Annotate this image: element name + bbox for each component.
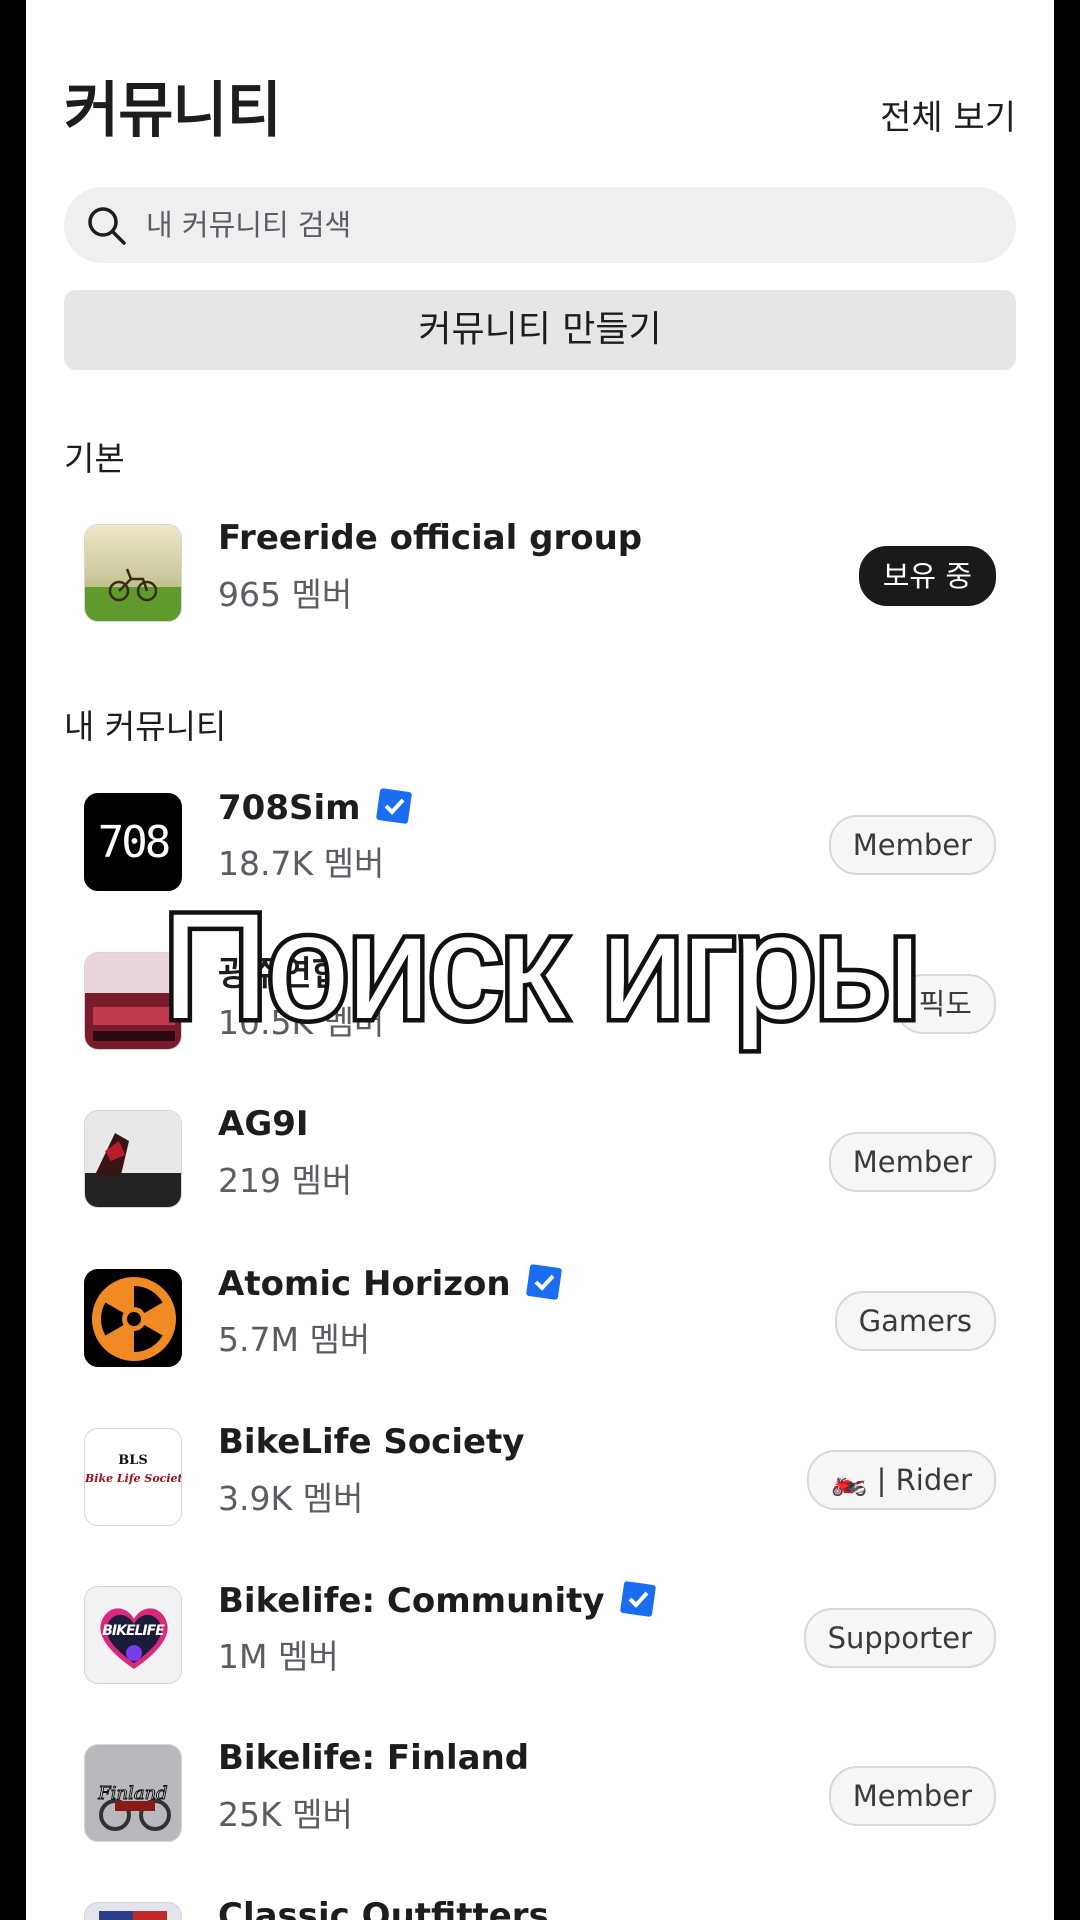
- role-badge: Member: [828, 815, 996, 875]
- community-thumbnail: BIKELIFE: [84, 1586, 182, 1684]
- community-row-freeride[interactable]: Freeride official group 965 멤버 보유 중: [84, 518, 996, 628]
- role-badge: Gamers: [834, 1291, 996, 1351]
- community-row-ag9i[interactable]: AG9I 219 멤버 Member: [84, 1104, 996, 1214]
- community-name: 708Sim: [218, 787, 413, 828]
- community-name: AG9I: [218, 1104, 309, 1144]
- community-thumbnail: [84, 524, 182, 622]
- member-count: 18.7K 멤버: [218, 844, 385, 883]
- member-count: 965 멤버: [218, 575, 353, 614]
- community-name: Bikelife: Community: [218, 1580, 657, 1621]
- community-row-classic-outfitters[interactable]: Classic Outfitters: [84, 1896, 996, 1920]
- header: 커뮤니티 전체 보기: [64, 62, 1016, 152]
- community-name: Atomic Horizon: [218, 1263, 563, 1304]
- thumbnail-text: BLS: [118, 1453, 148, 1468]
- community-thumbnail: [84, 1902, 182, 1920]
- community-row-bikelife-society[interactable]: BLS Bike Life Society BikeLife Society 3…: [84, 1422, 996, 1532]
- community-thumbnail: 708: [84, 793, 182, 891]
- role-badge: Supporter: [803, 1608, 996, 1668]
- section-my-communities-label: 내 커뮤니티: [64, 707, 227, 746]
- search-icon: [88, 207, 126, 245]
- view-all-link[interactable]: 전체 보기: [880, 90, 1016, 139]
- community-row-atomic-horizon[interactable]: Atomic Horizon 5.7M 멤버 Gamers: [84, 1263, 996, 1373]
- community-row-bikelife-finland[interactable]: Finland Bikelife: Finland 25K 멤버 Member: [84, 1738, 996, 1848]
- verified-badge-icon: [375, 788, 412, 824]
- community-row-bikelife-community[interactable]: BIKELIFE Bikelife: Community 1M 멤버 Suppo…: [84, 1580, 996, 1690]
- member-count: 3.9K 멤버: [218, 1479, 364, 1518]
- member-count: 1M 멤버: [218, 1637, 339, 1676]
- role-badge: Member: [828, 1132, 996, 1192]
- community-name: BikeLife Society: [218, 1422, 525, 1462]
- search-bar[interactable]: 내 커뮤니티 검색: [64, 187, 1016, 263]
- verified-badge-icon: [619, 1581, 656, 1617]
- verified-badge-icon: [525, 1264, 562, 1300]
- community-name: Freeride official group: [218, 518, 643, 558]
- thumbnail-text: 708: [97, 817, 171, 868]
- page-title: 커뮤니티: [64, 76, 282, 146]
- screen: 커뮤니티 전체 보기 내 커뮤니티 검색 커뮤니티 만들기 기본 Freerid…: [26, 0, 1054, 1920]
- community-name: Bikelife: Finland: [218, 1738, 530, 1778]
- community-thumbnail: Finland: [84, 1744, 182, 1842]
- section-default-label: 기본: [64, 439, 125, 478]
- role-badge: 🏍️ | Rider: [807, 1450, 996, 1510]
- search-input[interactable]: 내 커뮤니티 검색: [146, 187, 351, 263]
- community-thumbnail: [84, 1110, 182, 1208]
- community-name: Classic Outfitters: [218, 1896, 549, 1920]
- thumbnail-text: BIKELIFE: [102, 1623, 165, 1639]
- community-thumbnail: BLS Bike Life Society: [84, 1428, 182, 1526]
- member-count: 5.7M 멤버: [218, 1320, 371, 1359]
- member-count: 25K 멤버: [218, 1795, 353, 1834]
- thumbnail-text: Bike Life Society: [85, 1472, 182, 1485]
- thumbnail-text: Finland: [98, 1783, 168, 1805]
- radiation-icon: [92, 1277, 176, 1361]
- role-badge: Member: [828, 1766, 996, 1826]
- member-count: 219 멤버: [218, 1161, 353, 1200]
- community-thumbnail: [84, 1269, 182, 1367]
- video-caption-overlay: Поиск игры: [157, 878, 926, 1055]
- create-community-button[interactable]: 커뮤니티 만들기: [64, 290, 1016, 370]
- owner-badge: 보유 중: [858, 546, 996, 606]
